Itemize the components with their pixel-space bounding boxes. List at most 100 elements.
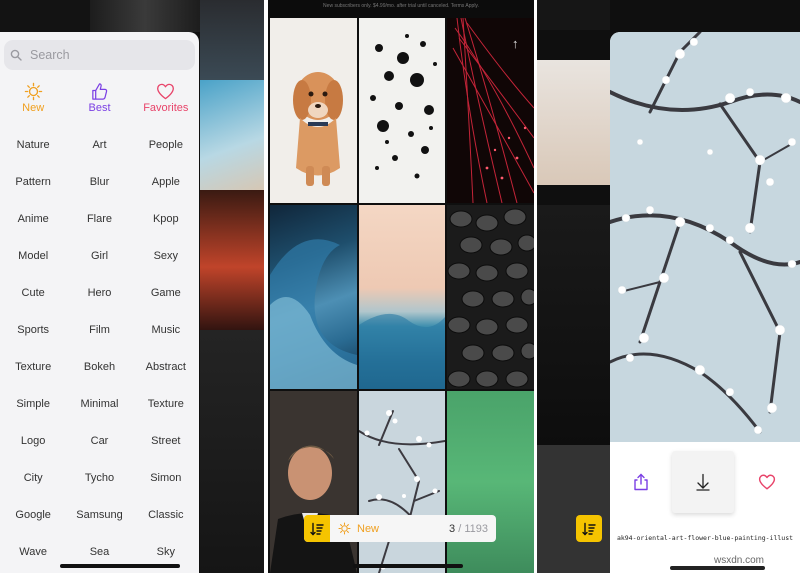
category-item[interactable]: Sexy [133, 237, 199, 274]
sort-icon [582, 522, 596, 535]
tab-favorites[interactable]: Favorites [133, 82, 199, 118]
arrow-up-icon[interactable]: ↑ [512, 36, 519, 51]
total-count: 1193 [464, 522, 488, 535]
favorite-button[interactable] [734, 473, 800, 491]
category-item[interactable]: Game [133, 274, 199, 311]
coffee-beans-image [447, 208, 534, 388]
cherry-blossom-image [610, 32, 800, 435]
category-item[interactable]: Apple [133, 163, 199, 200]
home-indicator [670, 566, 765, 570]
category-drawer: Search New Best Favorites Nature Art Peo… [0, 32, 199, 573]
search-icon [10, 49, 22, 61]
watermark: wsxdn.com [714, 555, 765, 566]
promo-banner: New subscribers only. $4.99/mo. after tr… [268, 0, 534, 18]
search-placeholder: Search [30, 48, 70, 62]
category-item[interactable]: Samsung [66, 496, 132, 533]
filter-label[interactable]: New [357, 523, 379, 535]
background-tile [0, 0, 90, 32]
category-item[interactable]: Nature [0, 126, 66, 163]
search-input[interactable]: Search [4, 40, 195, 70]
tab-best[interactable]: Best [66, 82, 132, 118]
wallpaper-thumbnail[interactable] [359, 205, 445, 389]
wallpaper-preview[interactable] [610, 32, 800, 442]
heart-icon [758, 474, 776, 490]
download-icon [696, 473, 710, 491]
background-tile [90, 0, 200, 32]
bottom-bar: New 3 / 1193 [304, 515, 496, 542]
category-item[interactable]: Sports [0, 311, 66, 348]
category-item[interactable]: Bokeh [66, 348, 132, 385]
background-tile [537, 0, 610, 30]
portrait-image [270, 391, 357, 573]
category-item[interactable]: Minimal [66, 385, 132, 422]
categories-screen: Search New Best Favorites Nature Art Peo… [0, 0, 264, 573]
category-item[interactable]: Tycho [66, 459, 132, 496]
background-tile [200, 80, 264, 190]
wallpaper-thumbnail[interactable] [447, 18, 534, 203]
current-index: 3 [449, 522, 456, 535]
fiber-optic-image [452, 18, 534, 203]
wallpaper-thumbnail[interactable] [359, 18, 445, 203]
sort-tabs: New Best Favorites [0, 82, 199, 118]
counter-separator: / [458, 522, 462, 535]
category-item[interactable]: Logo [0, 422, 66, 459]
puppy-image [293, 72, 343, 186]
category-item[interactable]: People [133, 126, 199, 163]
category-item[interactable]: Abstract [133, 348, 199, 385]
background-tile [537, 205, 610, 445]
category-item[interactable]: Pattern [0, 163, 66, 200]
category-item[interactable]: Hero [66, 274, 132, 311]
wallpaper-thumbnail[interactable] [270, 18, 357, 203]
wallpaper-grid-screen: New subscribers only. $4.99/mo. after tr… [268, 0, 534, 573]
sort-button[interactable] [304, 515, 330, 542]
category-item[interactable]: Classic [133, 496, 199, 533]
background-tile [537, 445, 610, 573]
sun-icon [24, 82, 42, 101]
share-icon [634, 473, 648, 491]
category-item[interactable]: Cute [0, 274, 66, 311]
background-tile [200, 0, 264, 80]
detail-card: ak94-oriental-art-flower-blue-painting-i… [610, 32, 800, 573]
wallpaper-thumbnail[interactable] [359, 391, 445, 573]
category-item[interactable]: Simon [133, 459, 199, 496]
sun-icon [338, 522, 351, 535]
page-counter: 3 / 1193 [449, 523, 488, 535]
wallpaper-thumbnail[interactable] [270, 391, 357, 573]
cherry-blossom-image [359, 410, 445, 573]
category-item[interactable]: City [0, 459, 66, 496]
wallpaper-detail-screen: ak94-oriental-art-flower-blue-painting-i… [537, 0, 800, 573]
wallpaper-thumbnail[interactable] [270, 205, 357, 389]
action-bar [610, 442, 800, 522]
category-item[interactable]: Kpop [133, 200, 199, 237]
category-item[interactable]: Simple [0, 385, 66, 422]
category-item[interactable]: Google [0, 496, 66, 533]
category-item[interactable]: Music [133, 311, 199, 348]
tab-best-label: Best [88, 102, 111, 114]
category-item[interactable]: Art [66, 126, 132, 163]
category-item[interactable]: Car [66, 422, 132, 459]
ink-splatter-image [370, 34, 437, 179]
category-item[interactable]: Wave [0, 533, 66, 570]
background-tile [537, 60, 610, 185]
sea-wave-image [359, 313, 445, 389]
category-item[interactable]: Model [0, 237, 66, 274]
tab-new-label: New [22, 102, 45, 114]
category-item[interactable]: Blur [66, 163, 132, 200]
category-item[interactable]: Film [66, 311, 132, 348]
promo-text: New subscribers only. $4.99/mo. after tr… [323, 3, 479, 9]
category-item[interactable]: Girl [66, 237, 132, 274]
wallpaper-thumbnail[interactable] [447, 391, 534, 573]
download-button[interactable] [672, 451, 734, 513]
category-list: Nature Art People Pattern Blur Apple Anime Flar… [0, 126, 199, 570]
wallpaper-file-name: ak94-oriental-art-flower-blue-painting-i… [616, 534, 794, 542]
background-tile [200, 330, 264, 573]
category-item[interactable]: Texture [0, 348, 66, 385]
wallpaper-thumbnail[interactable] [447, 205, 534, 389]
sort-button[interactable] [576, 515, 602, 542]
category-item[interactable]: Anime [0, 200, 66, 237]
category-item[interactable]: Flare [66, 200, 132, 237]
tab-new[interactable]: New [0, 82, 66, 118]
category-item[interactable]: Street [133, 422, 199, 459]
category-item[interactable]: Texture [133, 385, 199, 422]
share-button[interactable] [610, 473, 672, 491]
